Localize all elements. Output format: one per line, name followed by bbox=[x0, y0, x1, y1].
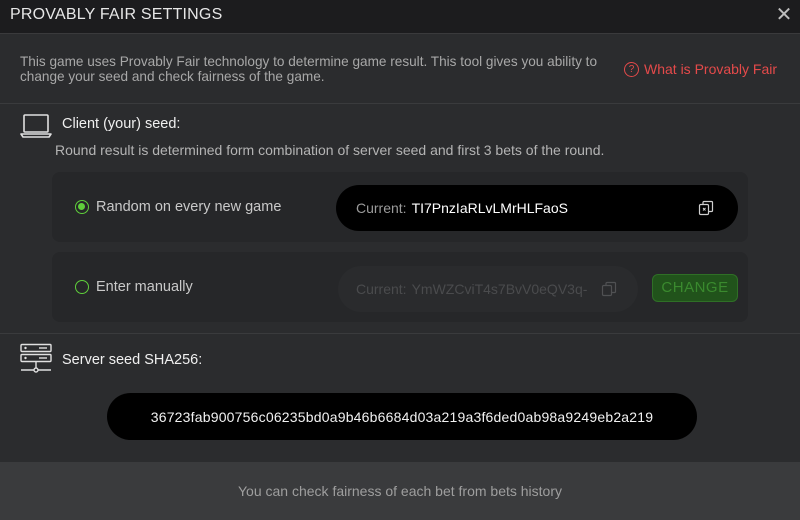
copy-icon[interactable] bbox=[601, 281, 617, 297]
option-random-label: Random on every new game bbox=[96, 199, 282, 215]
change-button[interactable]: CHANGE bbox=[652, 274, 738, 302]
copy-icon[interactable] bbox=[698, 200, 714, 216]
footer-note: You can check fairness of each bet from … bbox=[0, 462, 800, 520]
modal-header: PROVABLY FAIR SETTINGS ✕ bbox=[0, 0, 800, 34]
modal-title: PROVABLY FAIR SETTINGS bbox=[10, 6, 223, 23]
current-label: Current: bbox=[356, 281, 407, 297]
radio-manual[interactable] bbox=[75, 280, 89, 294]
option-manual-label: Enter manually bbox=[96, 279, 193, 295]
current-seed-value: TI7PnzIaRLvLMrHLFaoS bbox=[411, 200, 568, 216]
divider bbox=[0, 333, 800, 334]
option-manual[interactable]: Enter manually Current: YmWZCviT4s7BvV0e… bbox=[52, 252, 748, 322]
intro-text: This game uses Provably Fair technology … bbox=[20, 54, 598, 84]
client-seed-subtitle: Round result is determined form combinat… bbox=[55, 142, 605, 158]
manual-seed-input[interactable]: Current: YmWZCviT4s7BvV0eQV3q- bbox=[338, 266, 638, 312]
server-seed-hash: 36723fab900756c06235bd0a9b46b6684d03a219… bbox=[107, 393, 697, 440]
option-random[interactable]: Random on every new game Current: TI7Pnz… bbox=[52, 172, 748, 242]
question-circle-icon: ? bbox=[624, 61, 639, 77]
server-seed-title: Server seed SHA256: bbox=[62, 352, 203, 368]
current-label: Current: bbox=[356, 200, 407, 216]
what-is-provably-fair-link[interactable]: ? What is Provably Fair bbox=[624, 60, 777, 78]
client-seed-title: Client (your) seed: bbox=[62, 116, 181, 132]
link-label: What is Provably Fair bbox=[644, 61, 778, 77]
close-icon[interactable]: ✕ bbox=[774, 5, 794, 25]
divider bbox=[0, 103, 800, 104]
radio-random[interactable] bbox=[75, 200, 89, 214]
footer-text: You can check fairness of each bet from … bbox=[238, 483, 562, 499]
server-icon bbox=[20, 343, 52, 373]
manual-seed-value: YmWZCviT4s7BvV0eQV3q- bbox=[411, 281, 588, 297]
current-seed-display: Current: TI7PnzIaRLvLMrHLFaoS bbox=[336, 185, 738, 231]
laptop-icon bbox=[20, 114, 52, 138]
